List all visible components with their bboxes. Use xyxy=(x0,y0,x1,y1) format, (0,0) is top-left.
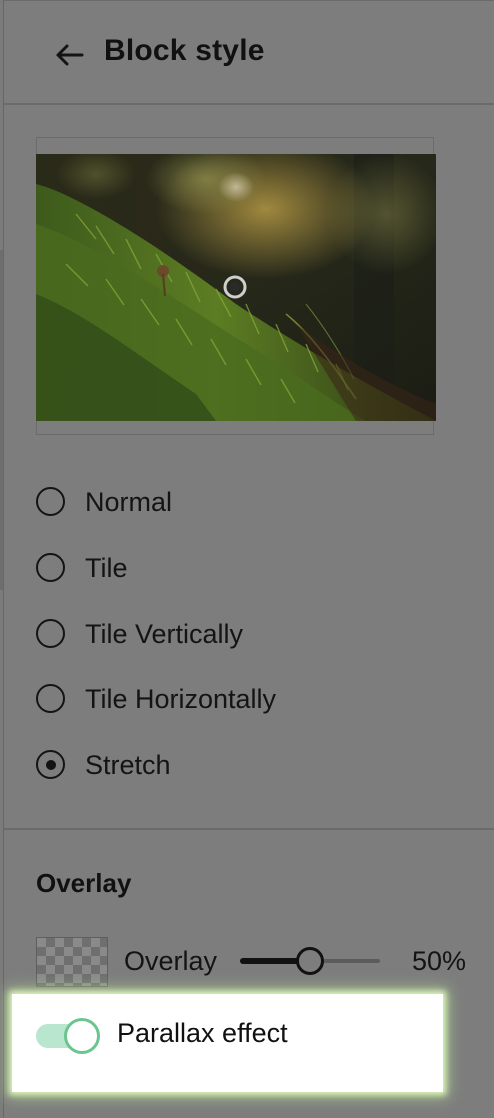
radio-button[interactable] xyxy=(36,750,65,779)
radio-option-stretch[interactable]: Stretch xyxy=(36,748,456,784)
radio-button[interactable] xyxy=(36,619,65,648)
parallax-toggle[interactable] xyxy=(36,1018,100,1054)
toggle-knob xyxy=(64,1018,100,1054)
radio-option-normal[interactable]: Normal xyxy=(36,485,456,521)
overlay-opacity-slider[interactable] xyxy=(240,946,382,976)
radio-selected-dot xyxy=(46,760,56,770)
focal-point-icon[interactable] xyxy=(223,275,247,299)
radio-option-tile[interactable]: Tile xyxy=(36,551,456,587)
arrow-left-icon[interactable] xyxy=(54,40,86,70)
overlay-section-title: Overlay xyxy=(36,868,132,898)
radio-label: Normal xyxy=(85,487,173,517)
header-divider xyxy=(4,103,494,105)
radio-label: Tile Vertically xyxy=(85,619,244,649)
panel-left-border xyxy=(3,0,4,1118)
overlay-opacity-value: 50% xyxy=(412,946,467,976)
radio-label: Stretch xyxy=(85,750,171,780)
overlay-color-swatch[interactable] xyxy=(36,937,108,987)
overlay-label: Overlay xyxy=(124,946,218,976)
parallax-label: Parallax effect xyxy=(117,1018,288,1048)
radio-label: Tile xyxy=(85,553,128,583)
section-divider xyxy=(4,828,494,830)
radio-label: Tile Horizontally xyxy=(85,684,277,714)
radio-button[interactable] xyxy=(36,553,65,582)
radio-button[interactable] xyxy=(36,684,65,713)
radio-option-tile-horizontally[interactable]: Tile Horizontally xyxy=(36,682,456,718)
radio-option-tile-vertically[interactable]: Tile Vertically xyxy=(36,617,456,653)
radio-button[interactable] xyxy=(36,487,65,516)
page-title: Block style xyxy=(104,34,265,67)
slider-thumb[interactable] xyxy=(296,947,324,975)
